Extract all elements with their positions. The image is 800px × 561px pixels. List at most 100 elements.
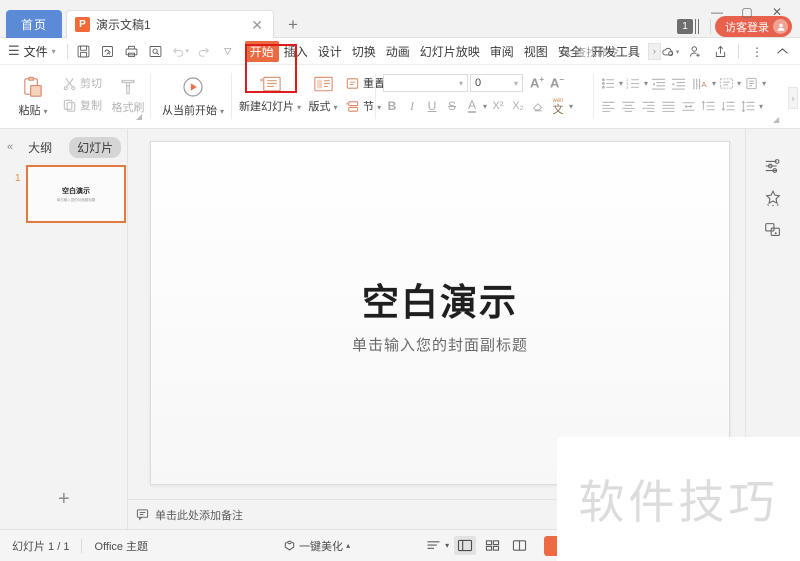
ribbon-overflow-button[interactable]: › bbox=[788, 87, 798, 109]
redo-icon[interactable] bbox=[193, 41, 215, 61]
columns-icon[interactable] bbox=[742, 75, 761, 92]
minimize-icon[interactable]: — bbox=[702, 2, 732, 22]
tab-slideshow[interactable]: 幻灯片放映 bbox=[415, 41, 485, 62]
print-preview-icon[interactable] bbox=[145, 41, 167, 61]
normal-view-icon[interactable] bbox=[454, 536, 477, 555]
grow-font-button[interactable]: A+ bbox=[528, 74, 546, 92]
design-ideas-icon[interactable] bbox=[760, 185, 786, 211]
copy-icon bbox=[63, 99, 76, 112]
clear-format-button[interactable] bbox=[529, 97, 547, 115]
share-export-icon[interactable] bbox=[708, 41, 732, 62]
paragraph-dialog-launcher[interactable]: ◢ bbox=[773, 115, 779, 124]
shrink-font-button[interactable]: A− bbox=[548, 74, 566, 92]
theme-name[interactable]: Office 主题 bbox=[94, 538, 148, 554]
pinyin-guide-button[interactable]: wén 文 bbox=[549, 97, 567, 116]
new-tab-button[interactable]: + bbox=[288, 16, 298, 33]
view-dropdown-icon[interactable]: ▾ bbox=[445, 541, 449, 550]
align-right-icon[interactable] bbox=[639, 98, 658, 115]
customize-qat-icon[interactable]: ▽ bbox=[217, 41, 239, 61]
print-icon[interactable] bbox=[121, 41, 143, 61]
tab-home-label: 首页 bbox=[20, 17, 47, 32]
format-painter-button[interactable]: 格式刷 bbox=[108, 75, 148, 115]
collapse-panel-icon[interactable]: « bbox=[7, 141, 13, 153]
slide-subtitle-placeholder[interactable]: 单击输入您的封面副标题 bbox=[151, 334, 729, 355]
save-as-cloud-icon[interactable] bbox=[97, 41, 119, 61]
tab-design[interactable]: 设计 bbox=[313, 41, 347, 62]
superscript-button[interactable]: X² bbox=[489, 97, 507, 115]
bold-button[interactable]: B bbox=[383, 97, 401, 115]
bullet-list-icon[interactable] bbox=[599, 75, 618, 92]
italic-button[interactable]: I bbox=[403, 97, 421, 115]
tab-view[interactable]: 视图 bbox=[519, 41, 553, 62]
decrease-indent-icon[interactable] bbox=[649, 75, 668, 92]
columns-dropdown-icon[interactable]: ▾ bbox=[762, 79, 766, 88]
tab-transition[interactable]: 切换 bbox=[347, 41, 381, 62]
subscript-button[interactable]: X₂ bbox=[509, 97, 527, 115]
font-color-dropdown-icon[interactable]: ▾ bbox=[483, 102, 487, 111]
tab-slides[interactable]: 幻灯片 bbox=[69, 136, 122, 158]
align-left-icon[interactable] bbox=[599, 98, 618, 115]
tab-start[interactable]: 开始 bbox=[244, 40, 279, 62]
align-center-icon[interactable] bbox=[619, 98, 638, 115]
share-user-icon[interactable] bbox=[683, 41, 707, 62]
underline-button[interactable]: U bbox=[423, 97, 441, 115]
text-direction-icon[interactable]: A bbox=[689, 75, 711, 92]
layout-button[interactable]: 版式 ▾ bbox=[303, 74, 343, 114]
slide-title-placeholder[interactable]: 空白演示 bbox=[151, 272, 729, 326]
tab-insert[interactable]: 插入 bbox=[279, 41, 313, 62]
font-color-button[interactable]: A bbox=[463, 97, 481, 115]
align-text-icon[interactable] bbox=[717, 75, 736, 92]
line-spacing-dropdown-icon[interactable]: ▾ bbox=[759, 102, 763, 111]
clipboard-dialog-launcher[interactable]: ◢ bbox=[136, 112, 142, 121]
outline-view-icon[interactable] bbox=[422, 536, 444, 555]
line-spacing-decrease-icon[interactable] bbox=[719, 98, 738, 115]
close-window-icon[interactable]: ✕ bbox=[762, 2, 792, 22]
text-direction-dropdown-icon[interactable]: ▾ bbox=[712, 79, 716, 88]
distribute-icon[interactable] bbox=[679, 98, 698, 115]
tab-home[interactable]: 首页 bbox=[6, 10, 62, 38]
font-name-input[interactable]: ▾ bbox=[383, 74, 468, 92]
align-text-dropdown-icon[interactable]: ▾ bbox=[737, 79, 741, 88]
start-from-current-button[interactable]: 从当前开始 ▾ bbox=[158, 74, 228, 118]
ribbon-group-slideshow: 从当前开始 ▾ bbox=[154, 65, 230, 129]
line-spacing-increase-icon[interactable] bbox=[699, 98, 718, 115]
tab-animation[interactable]: 动画 bbox=[381, 41, 415, 62]
increase-indent-icon[interactable] bbox=[669, 75, 688, 92]
line-spacing-icon[interactable] bbox=[739, 98, 758, 115]
menubar-right-icons: ▾ ⋮ bbox=[658, 41, 794, 62]
cloud-sync-icon[interactable]: ▾ bbox=[658, 41, 682, 62]
cut-button[interactable]: 剪切 bbox=[62, 75, 102, 91]
copy-button[interactable]: 复制 bbox=[62, 97, 102, 113]
file-menu-button[interactable]: ☰ 文件 ▾ bbox=[0, 43, 62, 60]
undo-icon[interactable]: ▾ bbox=[169, 41, 191, 61]
tab-document[interactable]: P 演示文稿1 ✕ bbox=[66, 10, 274, 38]
pinyin-dropdown-icon[interactable]: ▾ bbox=[569, 102, 573, 111]
beautify-button[interactable]: 一键美化 ▴ bbox=[283, 538, 350, 554]
font-size-input[interactable]: 0 ▾ bbox=[470, 74, 523, 92]
slide-sorter-icon[interactable] bbox=[481, 536, 503, 555]
slide-editor[interactable]: 空白演示 单击输入您的封面副标题 bbox=[150, 141, 730, 485]
bullet-list-dropdown-icon[interactable]: ▾ bbox=[619, 79, 623, 88]
notification-badge[interactable]: 1 bbox=[677, 19, 693, 34]
save-icon[interactable] bbox=[73, 41, 95, 61]
maximize-icon[interactable]: ▢ bbox=[732, 2, 762, 22]
reset-icon bbox=[346, 77, 359, 89]
reading-view-icon[interactable] bbox=[508, 536, 530, 555]
new-slide-button[interactable]: 新建幻灯片 ▾ bbox=[239, 74, 301, 114]
properties-panel-icon[interactable] bbox=[760, 153, 786, 179]
tab-outline[interactable]: 大纲 bbox=[20, 137, 60, 158]
slide-thumbnail-1[interactable]: 空白演示 单击输入您的封面副标题 bbox=[26, 165, 126, 223]
thumbnail-subtitle: 单击输入您的封面副标题 bbox=[56, 197, 96, 202]
paste-button[interactable]: 粘贴 ▾ bbox=[10, 75, 56, 118]
close-tab-icon[interactable]: ✕ bbox=[249, 18, 265, 32]
strikethrough-button[interactable]: S bbox=[443, 97, 461, 115]
tab-review[interactable]: 审阅 bbox=[485, 41, 519, 62]
selection-pane-icon[interactable] bbox=[760, 217, 786, 243]
numbered-list-dropdown-icon[interactable]: ▾ bbox=[644, 79, 648, 88]
collapse-ribbon-icon[interactable] bbox=[770, 41, 794, 62]
more-options-icon[interactable]: ⋮ bbox=[745, 41, 769, 62]
add-slide-button[interactable]: + bbox=[58, 488, 70, 511]
search-command-input[interactable]: 查找命令... bbox=[560, 42, 650, 61]
justify-icon[interactable] bbox=[659, 98, 678, 115]
numbered-list-icon[interactable]: 123 bbox=[624, 75, 643, 92]
